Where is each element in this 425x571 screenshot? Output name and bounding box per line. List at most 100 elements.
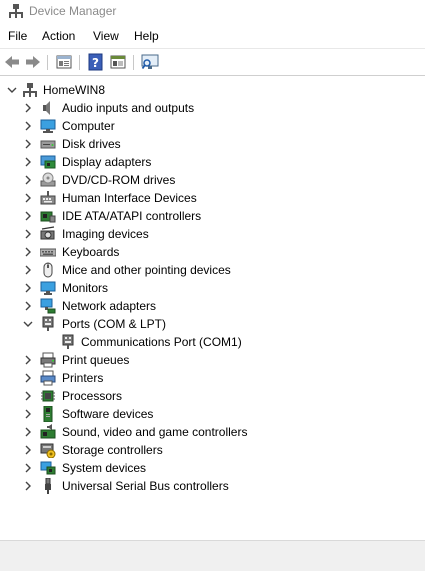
chevron-right-icon[interactable]	[22, 426, 34, 438]
tree-category[interactable]: IDE ATA/ATAPI controllers	[0, 207, 425, 225]
status-bar	[0, 540, 425, 571]
chevron-right-icon[interactable]	[22, 300, 34, 312]
show-hidden-icon[interactable]	[109, 53, 127, 71]
tree-category-label: Processors	[62, 389, 123, 403]
usb-icon	[45, 478, 51, 494]
tree-category-label: IDE ATA/ATAPI controllers	[62, 209, 202, 223]
back-icon[interactable]	[3, 53, 21, 71]
menu-view[interactable]: View	[93, 29, 119, 43]
tree-category[interactable]: Universal Serial Bus controllers	[0, 477, 425, 495]
display-adapter-icon	[40, 155, 56, 169]
tree-category[interactable]: Computer	[0, 117, 425, 135]
chevron-right-icon[interactable]	[22, 192, 34, 204]
tree-root-label: HomeWIN8	[43, 83, 106, 97]
device-manager-app-icon	[9, 4, 23, 18]
system-device-icon	[40, 461, 56, 475]
tree-category-label: Monitors	[62, 281, 109, 295]
chevron-right-icon[interactable]	[22, 120, 34, 132]
ide-controller-icon	[40, 211, 56, 223]
tree-category-label: Human Interface Devices	[62, 191, 197, 205]
chevron-right-icon[interactable]	[22, 138, 34, 150]
tree-category-label: DVD/CD-ROM drives	[62, 173, 176, 187]
tree-category[interactable]: Audio inputs and outputs	[0, 99, 425, 117]
chevron-right-icon[interactable]	[22, 228, 34, 240]
tree-category-label: Display adapters	[62, 155, 152, 169]
chevron-right-icon[interactable]	[22, 372, 34, 384]
toolbar: ?	[0, 48, 425, 76]
chevron-right-icon[interactable]	[22, 102, 34, 114]
tree-category-label: Storage controllers	[62, 443, 163, 457]
tree-category[interactable]: Mice and other pointing devices	[0, 261, 425, 279]
tree-category-label: Mice and other pointing devices	[62, 263, 231, 277]
tree-category[interactable]: Software devices	[0, 405, 425, 423]
tree-category[interactable]: Storage controllers	[0, 441, 425, 459]
chevron-right-icon[interactable]	[22, 246, 34, 258]
chevron-right-icon[interactable]	[22, 354, 34, 366]
chevron-right-icon[interactable]	[22, 264, 34, 276]
port-icon	[62, 334, 74, 349]
help-icon[interactable]: ?	[87, 53, 105, 71]
tree-category-label: Universal Serial Bus controllers	[62, 479, 229, 493]
tree-category[interactable]: DVD/CD-ROM drives	[0, 171, 425, 189]
chevron-down-icon[interactable]	[6, 84, 18, 96]
tree-category[interactable]: Human Interface Devices	[0, 189, 425, 207]
tree-category[interactable]: Display adapters	[0, 153, 425, 171]
computer-root-icon	[23, 83, 37, 97]
chevron-down-icon[interactable]	[22, 318, 34, 330]
chevron-right-icon[interactable]	[22, 444, 34, 456]
chevron-right-icon[interactable]	[22, 282, 34, 294]
hid-icon	[40, 191, 56, 205]
keyboard-icon	[40, 248, 56, 257]
tree-category[interactable]: Network adapters	[0, 297, 425, 315]
printer-icon	[40, 370, 56, 386]
tree-child-item[interactable]: Communications Port (COM1)	[0, 333, 425, 351]
tree-category-label: Keyboards	[62, 245, 120, 259]
menu-action[interactable]: Action	[42, 29, 75, 43]
tree-category[interactable]: Monitors	[0, 279, 425, 297]
menu-file[interactable]: File	[8, 29, 27, 43]
tree-category[interactable]: Imaging devices	[0, 225, 425, 243]
title-bar: Device Manager	[0, 0, 425, 22]
forward-icon[interactable]	[24, 53, 42, 71]
tree-category-label: Printers	[62, 371, 104, 385]
tree-category[interactable]: Keyboards	[0, 243, 425, 261]
chevron-right-icon[interactable]	[22, 210, 34, 222]
chevron-right-icon[interactable]	[22, 390, 34, 402]
toolbar-separator	[47, 55, 48, 70]
tree-category-label: Print queues	[62, 353, 130, 367]
software-device-icon	[43, 406, 53, 422]
speaker-icon	[43, 101, 50, 115]
computer-icon	[40, 119, 56, 133]
menu-help[interactable]: Help	[134, 29, 159, 43]
mouse-icon	[43, 262, 53, 278]
tree-category[interactable]: Printers	[0, 369, 425, 387]
svg-text:?: ?	[92, 56, 99, 70]
tree-category[interactable]: Ports (COM & LPT)	[0, 315, 425, 333]
tree-category-label: Software devices	[62, 407, 154, 421]
tree-root[interactable]: HomeWIN8	[0, 81, 425, 99]
tree-category[interactable]: Sound, video and game controllers	[0, 423, 425, 441]
chevron-right-icon[interactable]	[22, 480, 34, 492]
storage-controller-icon	[40, 443, 56, 458]
tree-category-label: System devices	[62, 461, 147, 475]
sound-controller-icon	[40, 424, 56, 439]
tree-category-label: Audio inputs and outputs	[62, 101, 195, 115]
chevron-right-icon[interactable]	[22, 408, 34, 420]
tree-category[interactable]: Disk drives	[0, 135, 425, 153]
disk-drive-icon	[40, 140, 56, 149]
tree-category-label: Sound, video and game controllers	[62, 425, 248, 439]
chevron-right-icon[interactable]	[22, 156, 34, 168]
tree-category[interactable]: System devices	[0, 459, 425, 477]
processor-icon	[41, 390, 55, 402]
monitor-icon	[40, 281, 56, 295]
tree-category-label: Imaging devices	[62, 227, 149, 241]
chevron-right-icon[interactable]	[22, 462, 34, 474]
print-queue-icon	[40, 352, 56, 368]
tree-category[interactable]: Print queues	[0, 351, 425, 369]
menu-bar: File Action View Help	[0, 26, 425, 46]
tree-category-label: Ports (COM & LPT)	[62, 317, 167, 331]
properties-icon[interactable]	[55, 53, 73, 71]
tree-category[interactable]: Processors	[0, 387, 425, 405]
scan-hardware-icon[interactable]	[141, 53, 159, 71]
chevron-right-icon[interactable]	[22, 174, 34, 186]
